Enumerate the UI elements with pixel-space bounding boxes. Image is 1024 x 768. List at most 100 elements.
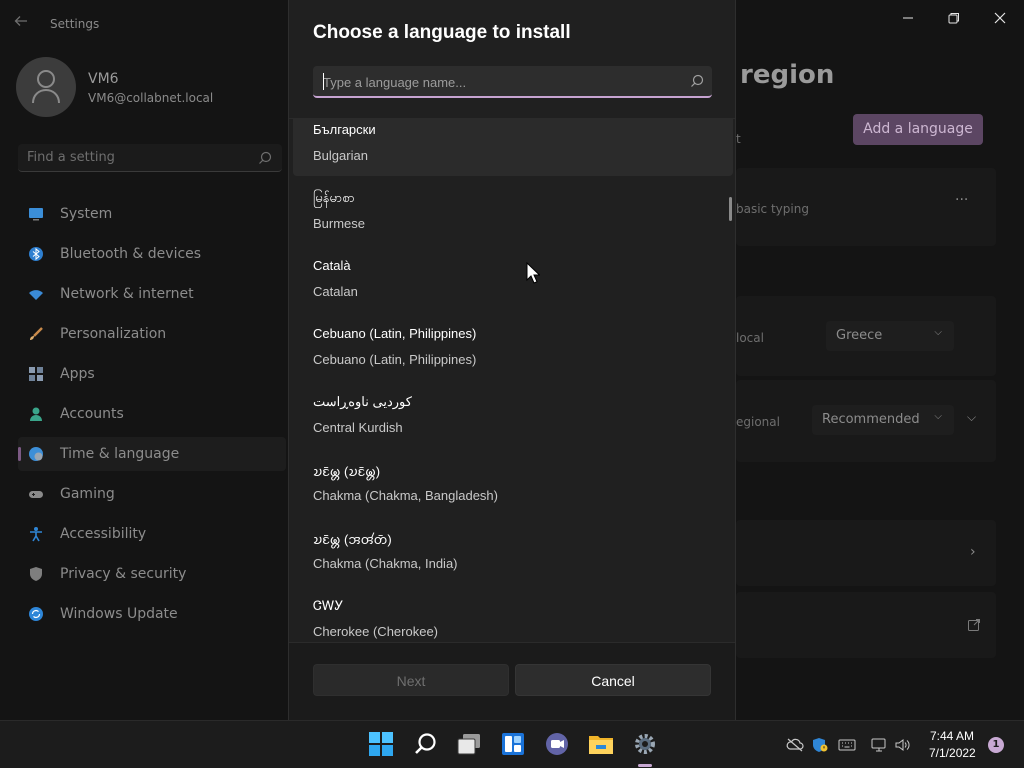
language-list-item[interactable]: کوردیی ناوەڕاست Central Kurdish bbox=[293, 380, 733, 448]
globe-clock-icon bbox=[28, 446, 44, 462]
search-icon bbox=[258, 150, 272, 169]
sidebar-item-label: Apps bbox=[60, 366, 95, 382]
language-search-input[interactable] bbox=[323, 72, 663, 92]
volume-icon[interactable] bbox=[894, 737, 912, 753]
sidebar-item-apps[interactable]: Apps bbox=[18, 357, 286, 391]
sidebar-item-privacy-security[interactable]: Privacy & security bbox=[18, 557, 286, 591]
onedrive-offline-icon[interactable] bbox=[786, 737, 804, 753]
search-icon[interactable] bbox=[413, 731, 439, 757]
regional-format-label: egional bbox=[736, 415, 780, 429]
task-view-icon[interactable] bbox=[456, 731, 482, 757]
accessibility-icon bbox=[28, 526, 44, 542]
sidebar-item-accounts[interactable]: Accounts bbox=[18, 397, 286, 431]
notification-badge[interactable]: 1 bbox=[988, 737, 1004, 753]
restore-icon[interactable] bbox=[944, 10, 964, 30]
partial-text: t bbox=[736, 132, 741, 146]
search-icon[interactable] bbox=[690, 73, 704, 92]
app-title: Settings bbox=[50, 17, 100, 31]
sidebar-item-personalization[interactable]: Personalization bbox=[18, 317, 286, 351]
language-list-item[interactable]: 𑄌𑄋𑄴𑄟𑄳𑄦 (𑄞𑄢𑄧𑄖𑄴) Chakma (Chakma, India) bbox=[293, 516, 733, 584]
clock-time[interactable]: 7:44 AM bbox=[930, 729, 974, 743]
sidebar-item-label: Personalization bbox=[60, 326, 167, 342]
bluetooth-icon bbox=[28, 246, 44, 262]
monitor-icon bbox=[28, 206, 44, 222]
regional-format-value: Recommended bbox=[822, 412, 920, 427]
language-list-item[interactable]: Български Bulgarian bbox=[293, 119, 733, 176]
file-explorer-icon[interactable] bbox=[588, 731, 614, 757]
language-native-name: Català bbox=[313, 258, 351, 273]
sidebar-item-system[interactable]: System bbox=[18, 197, 286, 231]
language-english-name: Bulgarian bbox=[313, 148, 368, 163]
external-link-card[interactable] bbox=[736, 592, 996, 658]
language-list-item[interactable]: Cebuano (Latin, Philippines) Cebuano (Lat… bbox=[293, 312, 733, 380]
profile-email: VM6@collabnet.local bbox=[88, 91, 214, 105]
chevron-down-icon: ⌵ bbox=[934, 411, 942, 422]
language-english-name: Central Kurdish bbox=[313, 420, 403, 435]
language-native-name: 𑄌𑄋𑄴𑄟𑄳𑄦 (𑄌𑄋𑄴𑄟𑄳𑄦) bbox=[313, 464, 381, 479]
language-native-name: Български bbox=[313, 122, 376, 137]
open-external-icon bbox=[967, 617, 981, 636]
language-list-item[interactable]: Català Catalan bbox=[293, 244, 733, 312]
next-button[interactable]: Next bbox=[313, 664, 509, 696]
dialog-footer: Next Cancel bbox=[289, 642, 735, 720]
sidebar-item-label: Network & internet bbox=[60, 286, 194, 302]
language-search-box[interactable] bbox=[313, 66, 712, 98]
sidebar-item-label: Accounts bbox=[60, 406, 124, 422]
mouse-cursor-icon bbox=[526, 261, 541, 288]
sidebar-item-label: Time & language bbox=[60, 446, 180, 462]
choose-language-dialog: Choose a language to install Български Bu… bbox=[288, 0, 736, 720]
active-app-indicator bbox=[638, 764, 652, 767]
regional-format-select[interactable]: Recommended ⌵ bbox=[812, 405, 954, 435]
language-english-name: Chakma (Chakma, Bangladesh) bbox=[313, 488, 498, 503]
scrollbar-thumb[interactable] bbox=[729, 197, 732, 221]
sidebar-item-gaming[interactable]: Gaming bbox=[18, 477, 286, 511]
language-english-name: Chakma (Chakma, India) bbox=[313, 556, 458, 571]
find-setting-placeholder: Find a setting bbox=[27, 150, 115, 165]
sidebar-item-label: Bluetooth & devices bbox=[60, 246, 202, 262]
sidebar-item-network-internet[interactable]: Network & internet bbox=[18, 277, 286, 311]
avatar[interactable] bbox=[16, 57, 76, 117]
language-list-item[interactable]: 𑄌𑄋𑄴𑄟𑄳𑄦 (𑄌𑄋𑄴𑄟𑄳𑄦) Chakma (Chakma, Banglades… bbox=[293, 448, 733, 516]
security-shield-icon[interactable] bbox=[811, 737, 829, 753]
language-list-item[interactable]: ᏣᎳᎩ Cherokee (Cherokee) bbox=[293, 584, 733, 642]
more-options-icon[interactable]: ··· bbox=[955, 192, 968, 208]
language-english-name: Burmese bbox=[313, 216, 366, 231]
chevron-down-icon: ⌵ bbox=[934, 327, 942, 338]
widgets-icon[interactable] bbox=[500, 731, 526, 757]
sidebar-item-label: Accessibility bbox=[60, 526, 147, 542]
language-list-item[interactable]: မြန်မာစာ Burmese bbox=[293, 176, 733, 244]
basic-typing-text: basic typing bbox=[736, 202, 809, 216]
sidebar-item-time-language[interactable]: Time & language bbox=[18, 437, 286, 471]
country-value: Greece bbox=[836, 328, 883, 343]
settings-gear-icon[interactable] bbox=[632, 731, 658, 757]
expand-chevron-icon[interactable]: ⌵ bbox=[967, 410, 976, 425]
find-setting-input[interactable]: Find a setting bbox=[18, 144, 282, 172]
add-language-button[interactable]: Add a language bbox=[853, 114, 983, 145]
clock-date[interactable]: 7/1/2022 bbox=[929, 746, 976, 760]
chevron-right-icon: › bbox=[970, 544, 976, 560]
sidebar-item-bluetooth-devices[interactable]: Bluetooth & devices bbox=[18, 237, 286, 271]
cancel-button[interactable]: Cancel bbox=[515, 664, 711, 696]
network-monitor-icon[interactable] bbox=[870, 737, 888, 753]
brush-icon bbox=[28, 326, 44, 342]
related-card[interactable] bbox=[736, 520, 996, 586]
country-label: local bbox=[736, 331, 764, 345]
keyboard-icon[interactable] bbox=[838, 737, 856, 753]
sidebar-item-accessibility[interactable]: Accessibility bbox=[18, 517, 286, 551]
dialog-title: Choose a language to install bbox=[313, 22, 571, 43]
back-arrow-icon[interactable] bbox=[14, 14, 34, 34]
minimize-icon[interactable] bbox=[898, 10, 918, 30]
close-icon[interactable] bbox=[990, 10, 1010, 30]
sidebar-item-label: Windows Update bbox=[60, 606, 178, 622]
sidebar-item-windows-update[interactable]: Windows Update bbox=[18, 597, 286, 631]
teams-chat-icon[interactable] bbox=[544, 731, 570, 757]
country-select[interactable]: Greece ⌵ bbox=[826, 321, 954, 351]
language-list[interactable]: Български Bulgarian မြန်မာစာ Burmese Català C… bbox=[289, 118, 735, 642]
windows-start-icon[interactable] bbox=[368, 731, 394, 757]
text-caret bbox=[323, 73, 324, 90]
page-title: region bbox=[740, 60, 835, 90]
wifi-icon bbox=[28, 286, 44, 302]
taskbar: 7:44 AM 7/1/2022 1 bbox=[0, 720, 1024, 768]
sidebar-item-label: Gaming bbox=[60, 486, 115, 502]
language-native-name: Cebuano (Latin, Philippines) bbox=[313, 326, 477, 341]
